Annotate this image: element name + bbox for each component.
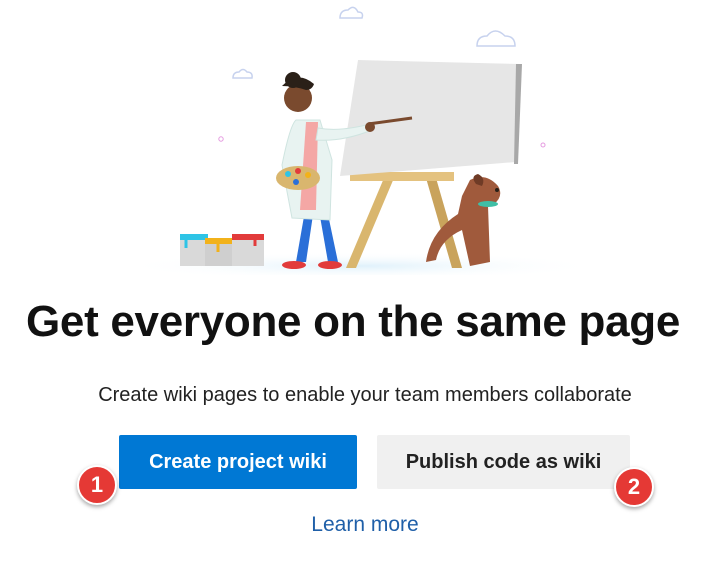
sparkle <box>540 142 546 148</box>
step-badge-2: 2 <box>614 467 654 507</box>
cloud-icon <box>232 68 253 79</box>
cloud-icon <box>476 30 516 47</box>
create-project-wiki-button[interactable]: Create project wiki <box>119 435 357 489</box>
page-title: Get everyone on the same page <box>26 297 680 346</box>
learn-more-link[interactable]: Learn more <box>0 513 706 537</box>
page-subtitle: Create wiki pages to enable your team me… <box>98 384 632 406</box>
sparkle <box>218 136 224 142</box>
hero-illustration <box>0 0 706 280</box>
painter-illustration <box>120 6 600 280</box>
publish-code-as-wiki-button[interactable]: Publish code as wiki <box>377 435 630 489</box>
step-badge-1: 1 <box>77 465 117 505</box>
cloud-icon <box>339 6 364 19</box>
paint-cans <box>180 234 264 266</box>
canvas <box>340 60 522 176</box>
